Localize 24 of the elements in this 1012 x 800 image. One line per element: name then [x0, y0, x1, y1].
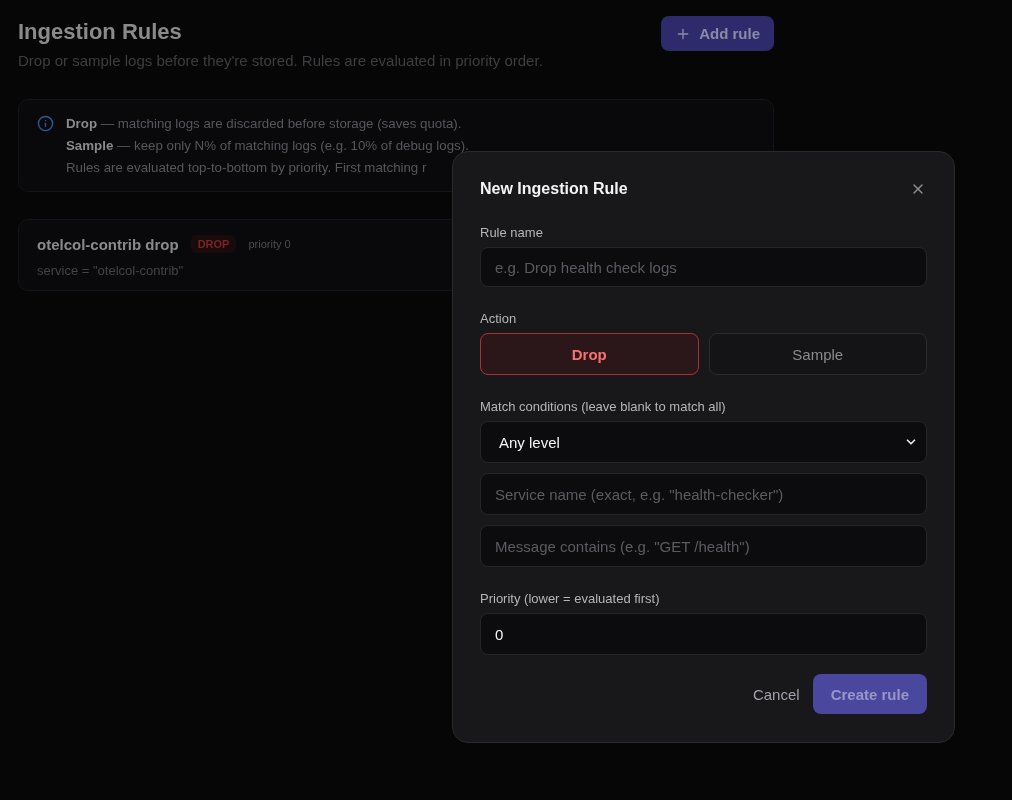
field-label: Priority (lower = evaluated first)	[480, 591, 661, 607]
info-text: Drop — matching logs are discarded before storage (saves quota).	[66, 115, 462, 133]
rule-name: otelcol-contrib drop	[37, 235, 179, 253]
message-input[interactable]: Message contains (e.g. "GET /health")	[480, 525, 927, 567]
dialog-title: New Ingestion Rule	[480, 180, 628, 198]
action-option[interactable]: Drop	[480, 333, 699, 375]
action-option[interactable]: Sample	[708, 333, 927, 375]
info-text: Sample — keep only N% of matching logs (e.g. 10% of debug logs).	[66, 137, 469, 155]
field-label: Rule name	[480, 225, 544, 241]
add-rule-button[interactable]: Add rule	[661, 16, 774, 51]
service-name-input[interactable]: Service name (exact, e.g. "health-checker")	[480, 473, 927, 515]
action-badge: DROP	[190, 235, 237, 253]
page-title: Ingestion Rules	[18, 19, 182, 45]
field-label: Match conditions (leave blank to match all)	[480, 399, 727, 415]
cancel-button[interactable]: Cancel	[752, 681, 800, 707]
info-icon	[37, 115, 54, 132]
priority-input[interactable]: 0	[480, 613, 927, 655]
field-label: Action	[480, 311, 518, 327]
rule-condition: service = "otelcol-contrib"	[37, 263, 184, 278]
info-text: Rules are evaluated top-to-bottom by priority. First matching r	[66, 159, 427, 177]
rule-name-input[interactable]: e.g. Drop health check logs	[480, 247, 927, 287]
rule-priority: priority 0	[248, 238, 291, 250]
page-subtitle: Drop or sample logs before they're stored. Rules are evaluated in priority order.	[18, 51, 543, 71]
level-select[interactable]: Any level	[480, 421, 927, 463]
